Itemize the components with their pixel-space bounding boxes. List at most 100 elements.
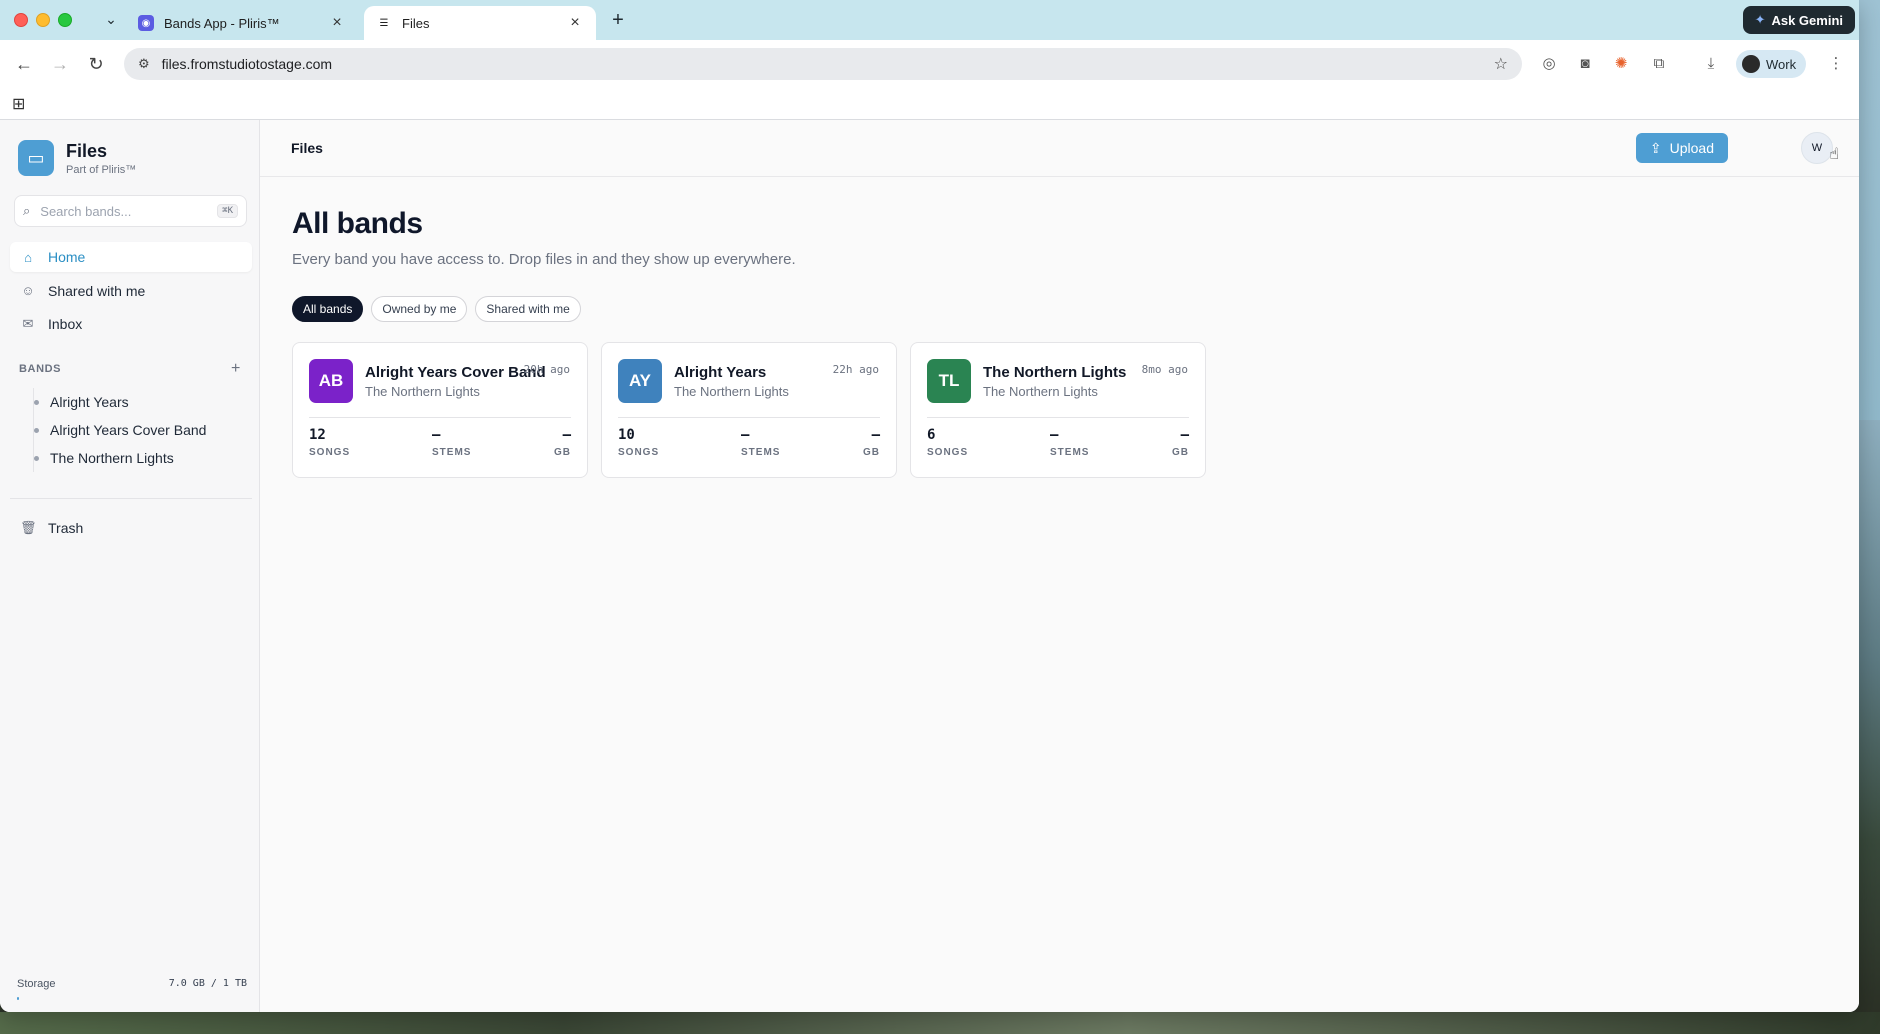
tab-strip: ⌄ ◉ Bands App - Pliris™ × ☰ Files × + ✦ … (0, 0, 1859, 40)
filter-chips: All bands Owned by me Shared with me (292, 296, 1206, 322)
browser-menu-icon[interactable]: ⋮ (1825, 53, 1847, 75)
sidebar-item-trash[interactable]: 🗑 Trash (10, 513, 252, 543)
band-card[interactable]: AY Alright Years The Northern Lights 22h… (601, 342, 897, 478)
search-box: ⌕ ⌘K (14, 195, 247, 227)
apps-grid-icon[interactable]: ⊞ (12, 94, 25, 114)
bullet-dot (34, 428, 39, 433)
close-tab-icon[interactable]: × (328, 14, 346, 32)
users-icon: ☺ (21, 283, 35, 298)
maximize-window-button[interactable] (58, 13, 72, 27)
brand: ▭ Files Part of Pliris™ (18, 140, 136, 176)
files-favicon-icon: ☰ (379, 17, 389, 29)
sidebar-band-alright-years[interactable]: Alright Years (33, 388, 206, 416)
desktop-wallpaper (1856, 420, 1880, 1020)
songs-label: SONGS (618, 447, 660, 458)
extensions-puzzle-icon[interactable]: ⧉ (1648, 53, 1670, 75)
sidebar-item-inbox[interactable]: ✉ Inbox (10, 309, 252, 339)
pointer-cursor-icon: ☝ (1829, 146, 1839, 163)
search-input[interactable] (40, 203, 218, 219)
filter-owned-by-me[interactable]: Owned by me (371, 296, 468, 322)
url-text: files.fromstudiotostage.com (161, 56, 333, 72)
upload-button[interactable]: ⇪ Upload (1635, 133, 1728, 163)
address-bar[interactable]: ⚙ files.fromstudiotostage.com ☆ (124, 48, 1522, 80)
trash-icon: 🗑 (20, 520, 37, 535)
gemini-spark-icon: ✦ (1754, 12, 1766, 27)
storage-value: 7.0 GB / 1 TB (168, 978, 247, 989)
filter-shared-with-me[interactable]: Shared with me (475, 296, 581, 322)
band-monogram: AY (618, 359, 662, 403)
band-card[interactable]: TL The Northern Lights The Northern Ligh… (910, 342, 1206, 478)
add-band-plus-icon[interactable]: + (231, 361, 241, 377)
page-subtitle: Every band you have access to. Drop file… (292, 251, 796, 268)
avatar[interactable]: W (1801, 132, 1833, 164)
band-card[interactable]: AB Alright Years Cover Band The Northern… (292, 342, 588, 478)
sidebar-item-trash-wrap: 🗑 Trash (10, 513, 252, 547)
extension-burst-icon[interactable]: ✺ (1610, 53, 1632, 75)
band-label: Alright Years Cover Band (50, 422, 207, 438)
songs-stat: 6 SONGS (927, 427, 968, 458)
songs-stat: 10 SONGS (618, 427, 659, 458)
ask-gemini-label: Ask Gemini (1771, 12, 1843, 28)
filter-all-bands[interactable]: All bands (292, 296, 364, 322)
stems-stat: – STEMS (741, 427, 780, 458)
band-monogram: TL (927, 359, 971, 403)
profile-label: Work (1766, 56, 1797, 72)
tab-search-chevron-icon[interactable]: ⌄ (100, 8, 122, 30)
close-window-button[interactable] (14, 13, 28, 27)
bookmarks-bar: ⊞ (0, 88, 1859, 120)
sidebar-band-alright-years-cover-band[interactable]: Alright Years Cover Band (33, 416, 206, 444)
stems-label: STEMS (741, 447, 781, 458)
password-manager-icon[interactable]: ◎ (1538, 53, 1560, 75)
card-divider (927, 417, 1189, 418)
folder-icon: ▭ (18, 140, 54, 176)
tab-bands-app[interactable]: ◉ Bands App - Pliris™ × (126, 6, 358, 40)
songs-label: SONGS (309, 447, 351, 458)
gb-label: GB (863, 447, 880, 458)
new-tab-plus-icon[interactable]: + (606, 8, 630, 32)
gb-label: GB (554, 447, 571, 458)
sidebar-item-shared-with-me[interactable]: ☺ Shared with me (10, 276, 252, 306)
stems-label: STEMS (432, 447, 472, 458)
breadcrumb: Files (291, 140, 323, 156)
ask-gemini-button[interactable]: ✦ Ask Gemini (1742, 6, 1855, 34)
songs-count: 10 (618, 427, 635, 443)
band-label: Alright Years (50, 394, 129, 410)
desktop-wallpaper-bottom (0, 1012, 1880, 1034)
stems-label: STEMS (1050, 447, 1090, 458)
songs-label: SONGS (927, 447, 969, 458)
main-panel: Files ⇪ Upload W ☝ All bands Every band … (260, 120, 1859, 1012)
bullet-dot (34, 456, 39, 461)
close-tab-icon[interactable]: × (566, 14, 584, 32)
camera-icon[interactable]: ◙ (1574, 53, 1596, 75)
band-name: Alright Years (674, 364, 767, 381)
storage-progress-fill (17, 997, 19, 1000)
sidebar-item-home[interactable]: ⌂ Home (10, 242, 252, 272)
reload-icon[interactable]: ↻ (84, 52, 108, 76)
bands-app-favicon-icon: ◉ (138, 15, 154, 31)
band-name: Alright Years Cover Band (365, 364, 546, 381)
tab-files[interactable]: ☰ Files × (364, 6, 596, 40)
storage-info: Storage 7.0 GB / 1 TB (17, 978, 247, 990)
sidebar-band-the-northern-lights[interactable]: The Northern Lights (33, 444, 206, 472)
gb-value: – (871, 427, 880, 443)
download-icon[interactable]: ⤓ (1700, 53, 1722, 75)
gb-value: – (1180, 427, 1189, 443)
site-settings-icon[interactable]: ⚙ (138, 56, 150, 72)
profile-button[interactable]: Work (1736, 50, 1807, 78)
forward-arrow-icon[interactable]: → (48, 52, 72, 76)
stems-stat: – STEMS (432, 427, 471, 458)
stems-count: – (432, 427, 441, 443)
bands-section-header: BANDS + (19, 361, 241, 377)
bookmark-star-icon[interactable]: ☆ (1494, 54, 1508, 74)
brand-name: Files (66, 140, 108, 161)
tab-title: Bands App - Pliris™ (164, 15, 280, 31)
updated-ago: 8mo ago (1141, 363, 1188, 376)
updated-ago: 22h ago (832, 363, 879, 376)
card-divider (309, 417, 571, 418)
profile-avatar (1742, 55, 1760, 73)
band-owner: The Northern Lights (674, 384, 789, 399)
back-arrow-icon[interactable]: ← (12, 52, 36, 76)
minimize-window-button[interactable] (36, 13, 50, 27)
page-title: All bands (292, 207, 423, 240)
browser-window: ⌄ ◉ Bands App - Pliris™ × ☰ Files × + ✦ … (0, 0, 1859, 1012)
